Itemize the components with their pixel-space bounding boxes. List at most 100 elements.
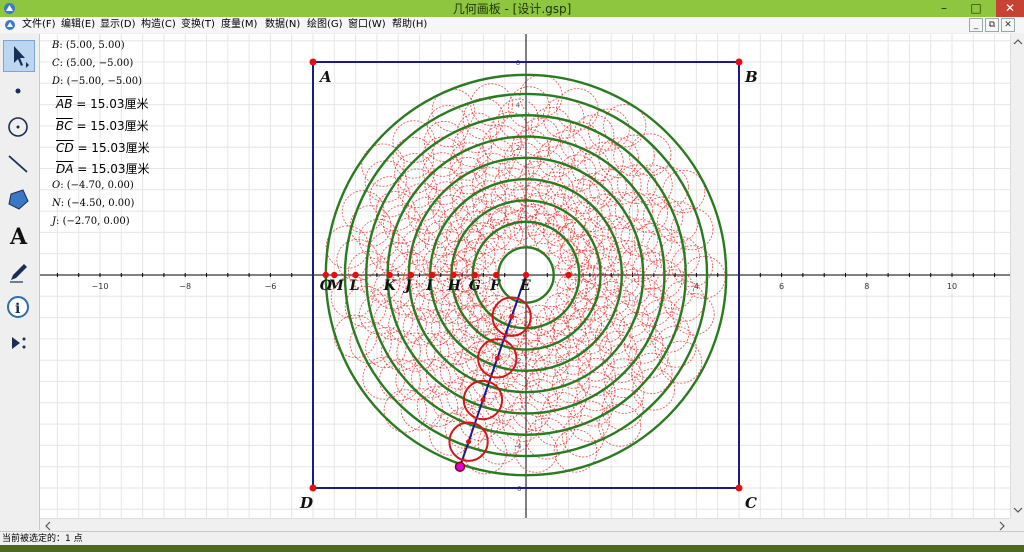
- arrow-select-tool[interactable]: [3, 40, 35, 72]
- custom-tool[interactable]: [3, 328, 35, 360]
- status-bar: 当前被选定的：1 点: [0, 531, 1024, 546]
- axis-point-label: M: [327, 278, 344, 294]
- menu-transform[interactable]: 变换(T): [181, 17, 215, 33]
- measure-value: : (5.00, −5.00): [59, 58, 134, 69]
- compass-tool[interactable]: [3, 112, 35, 144]
- menu-edit[interactable]: 编辑(E): [61, 17, 95, 33]
- x-tick-label: −6: [265, 282, 277, 291]
- measure-label: N: [52, 198, 61, 209]
- trace-circle: [448, 156, 487, 195]
- measure-value: = 15.03厘米: [72, 119, 149, 133]
- measure-label: O: [52, 180, 61, 191]
- marker-tool[interactable]: [3, 256, 35, 288]
- x-tick-label: 8: [864, 282, 869, 291]
- menu-help[interactable]: 帮助(H): [392, 17, 427, 33]
- y-tick-label: 4: [516, 102, 521, 110]
- polygon-tool[interactable]: [3, 184, 35, 216]
- menu-file[interactable]: 文件(F): [22, 17, 56, 33]
- status-text: 当前被选定的：1 点: [2, 534, 83, 544]
- information-tool[interactable]: i: [3, 292, 35, 324]
- svg-text:A: A: [9, 224, 28, 250]
- measure-value: : (−4.70, 0.00): [60, 180, 134, 191]
- arrow-select-tool-icon: [14, 46, 29, 68]
- menu-display[interactable]: 显示(D): [100, 17, 136, 33]
- menu-construct[interactable]: 构造(C): [141, 17, 176, 33]
- title-bar: 几何画板 - [设计.gsp] – □ ✕: [0, 0, 1024, 17]
- text-tool[interactable]: A: [3, 220, 35, 252]
- measure-value: = 15.03厘米: [73, 162, 150, 176]
- measure-da[interactable]: DA = 15.03厘米: [56, 160, 150, 177]
- measure-label: BC: [56, 119, 73, 133]
- measure-label: AB: [56, 97, 73, 111]
- minimize-button[interactable]: –: [932, 0, 956, 17]
- measure-point-d[interactable]: D: (−5.00, −5.00): [52, 76, 142, 87]
- doc-minimize-button[interactable]: _: [969, 18, 983, 32]
- menu-window[interactable]: 窗口(W): [348, 17, 386, 33]
- chain-point: [466, 439, 472, 445]
- doc-restore-button[interactable]: ⧉: [985, 18, 999, 32]
- corner-point-b: [735, 58, 743, 66]
- trace-circle: [392, 120, 436, 163]
- corner-label-d: D: [299, 494, 313, 512]
- measure-label: C: [52, 58, 60, 69]
- scroll-down-icon[interactable]: [1011, 504, 1024, 516]
- measure-cd[interactable]: CD = 15.03厘米: [56, 139, 150, 156]
- measure-value: : (5.00, 5.00): [59, 40, 125, 51]
- x-tick-label: 10: [947, 282, 957, 291]
- point-tool[interactable]: [3, 76, 35, 108]
- trace-circle: [585, 273, 620, 308]
- axis-point-label: E: [519, 278, 531, 294]
- trace-circle: [598, 403, 642, 447]
- corner-label-c: C: [745, 494, 757, 512]
- maximize-button[interactable]: □: [964, 0, 988, 17]
- axis-point-label: I: [425, 278, 433, 294]
- axis-point-label: F: [489, 278, 501, 294]
- chain-point: [494, 355, 500, 361]
- measure-point-c[interactable]: C: (5.00, −5.00): [52, 58, 133, 69]
- chain-point: [480, 397, 486, 403]
- window-title: 几何画板 - [设计.gsp]: [452, 2, 572, 16]
- measure-point-j[interactable]: J: (−2.70, 0.00): [52, 216, 130, 227]
- measure-label: CD: [56, 141, 74, 155]
- close-button[interactable]: ✕: [996, 0, 1024, 17]
- vertical-scrollbar[interactable]: [1010, 34, 1024, 518]
- trace-circle: [427, 181, 465, 219]
- measure-label: DA: [56, 162, 74, 176]
- polygon-tool-icon: [8, 189, 29, 210]
- trace-circle: [479, 218, 512, 251]
- trace-circle: [659, 340, 703, 384]
- axis-point-label: G: [469, 278, 481, 294]
- menu-graph[interactable]: 绘图(G): [307, 17, 343, 33]
- y-tick-label: 2: [516, 144, 520, 152]
- taskbar: [0, 545, 1024, 552]
- trace-circle: [514, 429, 558, 473]
- corner-point-c: [735, 484, 743, 492]
- measure-point-o[interactable]: O: (−4.70, 0.00): [52, 180, 134, 191]
- trace-circle: [471, 166, 508, 203]
- straightedge-tool[interactable]: [3, 148, 35, 180]
- measure-bc[interactable]: BC = 15.03厘米: [56, 117, 149, 134]
- point-tool-icon: [15, 88, 21, 94]
- corner-label-a: A: [318, 68, 332, 86]
- x-tick-label: 6: [779, 282, 784, 291]
- trace-circle: [379, 359, 421, 401]
- measure-value: = 15.03厘米: [73, 141, 150, 155]
- horizontal-scrollbar[interactable]: [40, 518, 1010, 532]
- measure-point-b[interactable]: B: (5.00, 5.00): [52, 40, 125, 51]
- sketch-canvas[interactable]: −10 −8 −6 4 6 8 10 6 4 2 -2 -4 -6 ABCD OMLKJIHGFE B:…: [40, 34, 1010, 518]
- custom-tool-icon: [12, 337, 26, 349]
- trace-circle: [454, 247, 487, 280]
- compass-tool-icon: [8, 117, 28, 137]
- x-tick-label: −8: [179, 282, 191, 291]
- sketch-svg[interactable]: −10 −8 −6 4 6 8 10642-2-4-6 A BCD OM L K J I H G F E: [40, 34, 1010, 518]
- measure-value: = 15.03厘米: [72, 97, 149, 111]
- menu-number[interactable]: 数据(N): [265, 17, 300, 33]
- svg-text:i: i: [15, 301, 20, 317]
- measure-point-n[interactable]: N: (−4.50, 0.00): [52, 198, 134, 209]
- measure-ab[interactable]: AB = 15.03厘米: [56, 95, 149, 112]
- selected-point: [454, 461, 466, 472]
- doc-close-button[interactable]: ✕: [1001, 18, 1015, 32]
- trace-circle: [408, 196, 446, 235]
- menu-measure[interactable]: 度量(M): [221, 17, 257, 33]
- scroll-up-icon[interactable]: [1011, 36, 1024, 48]
